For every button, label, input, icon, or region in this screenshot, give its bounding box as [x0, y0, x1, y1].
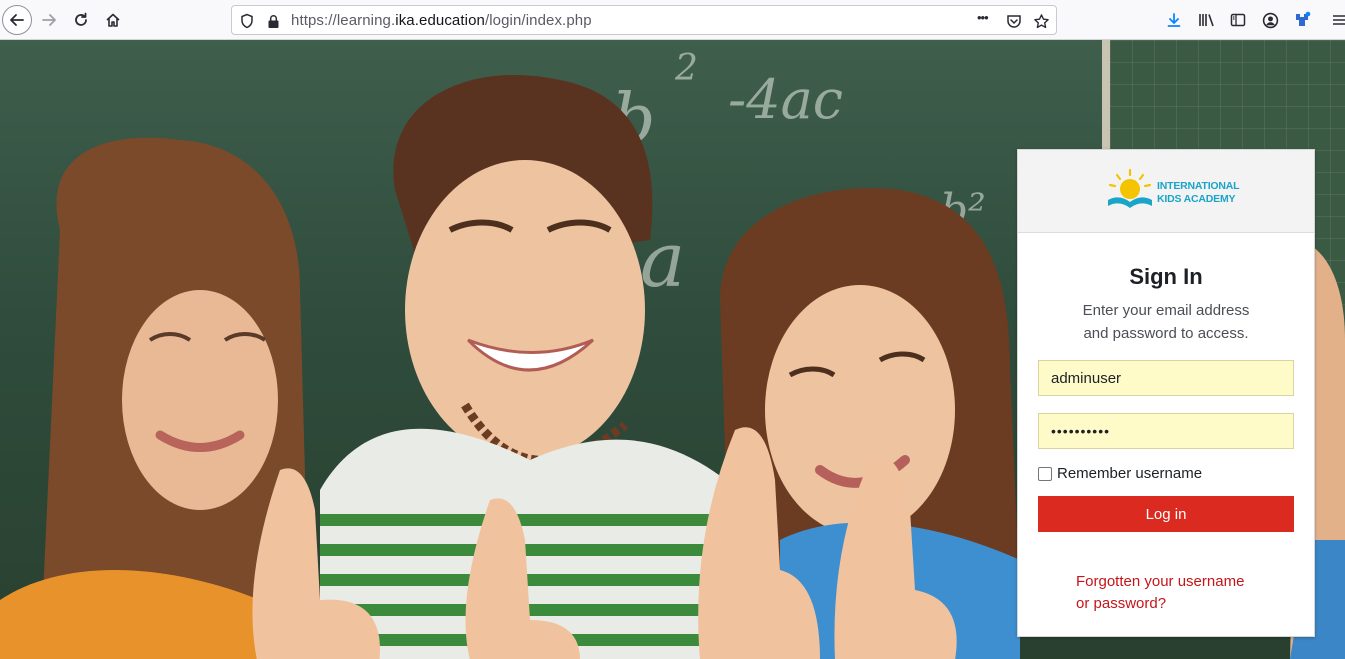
shield-icon[interactable]	[238, 12, 256, 30]
browser-toolbar: https://learning.ika.education/login/ind…	[0, 0, 1345, 40]
lock-icon[interactable]	[264, 12, 282, 30]
forgot-password-link[interactable]: Forgotten your username or password?	[1076, 571, 1276, 615]
sun-book-logo-icon	[1108, 168, 1152, 208]
login-card: INTERNATIONAL KIDS ACADEMY Sign In Enter…	[1017, 149, 1315, 637]
download-icon	[1167, 13, 1181, 27]
sign-in-title: Sign In	[1129, 264, 1203, 289]
back-button[interactable]	[2, 5, 32, 35]
sidebar-icon	[1230, 13, 1246, 27]
url-text[interactable]: https://learning.ika.education/login/ind…	[291, 12, 592, 29]
address-bar[interactable]: https://learning.ika.education/login/ind…	[231, 5, 1057, 35]
bookmark-star-icon[interactable]	[1032, 12, 1050, 30]
sidebar-button[interactable]	[1224, 6, 1252, 34]
remember-username-checkbox[interactable]	[1038, 466, 1052, 481]
remember-username-row[interactable]: Remember username	[1038, 465, 1202, 482]
library-icon	[1199, 14, 1214, 27]
url-domain: ika.education	[395, 12, 485, 29]
reload-icon	[75, 12, 87, 26]
forgot-link-line1[interactable]: Forgotten your username	[1076, 571, 1276, 593]
extension-icon	[1296, 11, 1311, 26]
menu-button[interactable]	[1325, 6, 1345, 34]
downloads-button[interactable]	[1160, 6, 1188, 34]
url-prefix: https://learning.	[291, 12, 396, 29]
url-path: /login/index.php	[484, 12, 592, 29]
forgot-link-line2[interactable]: or password?	[1076, 593, 1276, 615]
library-button[interactable]	[1193, 6, 1221, 34]
page-actions-button[interactable]: •••	[977, 10, 989, 25]
home-button[interactable]	[99, 6, 127, 34]
hamburger-menu-icon	[1333, 15, 1345, 25]
account-icon	[1262, 12, 1278, 28]
username-field[interactable]: adminuser	[1038, 360, 1294, 396]
log-in-button[interactable]: Log in	[1038, 496, 1294, 532]
subtitle-line1: Enter your email address	[1082, 302, 1250, 319]
sign-in-subtitle: Enter your email address and password to…	[1048, 299, 1284, 345]
arrow-left-icon	[10, 14, 24, 26]
home-icon	[106, 13, 120, 27]
subtitle-line2: and password to access.	[1083, 325, 1249, 342]
extension-button[interactable]	[1288, 6, 1316, 34]
arrow-right-icon	[42, 14, 56, 26]
reload-button[interactable]	[67, 6, 95, 34]
logo-text-line2: KIDS ACADEMY	[1157, 193, 1236, 205]
password-field[interactable]: ••••••••••	[1038, 413, 1294, 449]
logo-text: INTERNATIONAL KIDS ACADEMY	[1157, 180, 1240, 206]
pocket-icon[interactable]	[1005, 12, 1023, 30]
logo-text-line1: INTERNATIONAL	[1157, 180, 1240, 192]
forward-button[interactable]	[35, 6, 63, 34]
login-card-header: INTERNATIONAL KIDS ACADEMY	[1018, 150, 1314, 233]
account-button[interactable]	[1256, 6, 1284, 34]
remember-username-label[interactable]: Remember username	[1057, 465, 1202, 482]
